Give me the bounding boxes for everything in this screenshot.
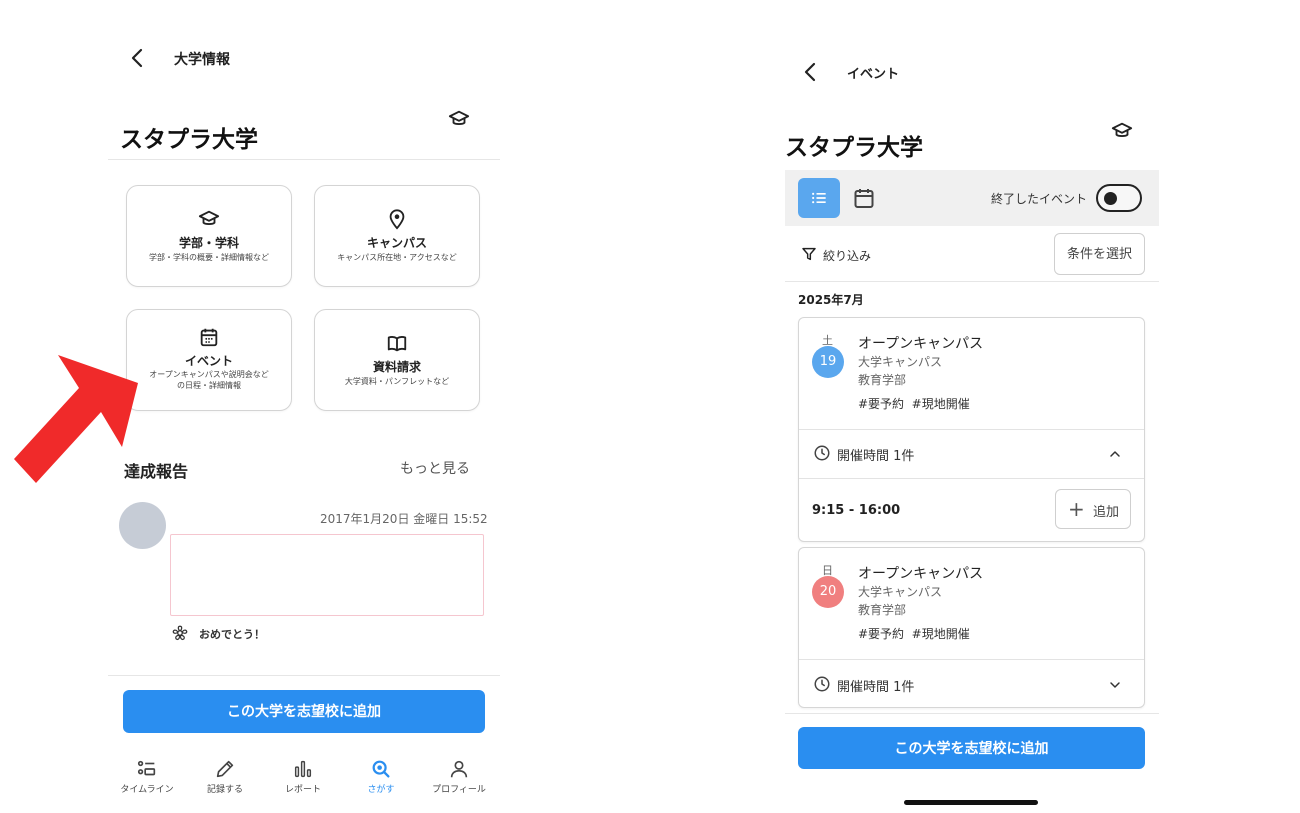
back-arrow-icon[interactable] xyxy=(126,46,150,70)
bottom-divider xyxy=(785,713,1159,714)
clock-icon xyxy=(814,676,830,692)
tab-report[interactable]: レポート xyxy=(264,748,342,795)
tab-label: プロフィール xyxy=(432,785,486,795)
bottom-divider xyxy=(108,675,500,676)
card-subtitle: 大学資料・パンフレットなど xyxy=(344,377,450,386)
event-faculty: 教育学部 xyxy=(858,603,907,617)
graduation-cap-icon[interactable] xyxy=(1111,120,1133,142)
card-title: 学部・学科 xyxy=(178,236,239,250)
event-separator xyxy=(799,429,1144,430)
home-indicator xyxy=(904,800,1038,805)
faculty-department-card[interactable]: 学部・学科 学部・学科の概要・詳細情報など xyxy=(126,185,292,287)
open-book-icon xyxy=(387,335,407,352)
card-subtitle-line1: オープンキャンパスや説明会など xyxy=(149,370,269,379)
filter-label[interactable]: 絞り込み xyxy=(823,247,871,264)
day-badge: 19 xyxy=(812,346,844,378)
tab-label: タイムライン xyxy=(120,785,174,795)
chevron-up-icon[interactable] xyxy=(1107,446,1123,462)
header-title: 大学情報 xyxy=(174,52,230,68)
congrats-button[interactable]: おめでとう！ xyxy=(199,626,265,642)
toggle-knob xyxy=(1104,192,1117,205)
person-icon xyxy=(450,760,468,778)
event-faculty: 教育学部 xyxy=(858,373,907,387)
card-subtitle: キャンパス所在地・アクセスなど xyxy=(337,253,457,262)
bar-chart-icon xyxy=(294,760,312,778)
hours-label: 開催時間 1件 xyxy=(837,680,915,695)
plus-icon: + xyxy=(1068,497,1085,521)
report-timestamp: 2017年1月20日 金曜日 15:52 xyxy=(320,512,488,526)
calendar-view-icon[interactable] xyxy=(852,186,876,210)
event-title: オープンキャンパス xyxy=(858,336,984,352)
list-view-button[interactable] xyxy=(798,178,840,218)
back-arrow-icon[interactable] xyxy=(799,60,823,84)
ended-events-label: 終了したイベント xyxy=(991,192,1088,206)
event-separator xyxy=(799,478,1144,479)
day-badge: 20 xyxy=(812,576,844,608)
card-title: 資料請求 xyxy=(372,360,421,374)
event-campus: 大学キャンパス xyxy=(858,355,943,369)
location-pin-icon xyxy=(389,209,405,230)
university-name: スタプラ大学 xyxy=(120,127,258,153)
pencil-icon xyxy=(216,760,234,778)
card-subtitle: 学部・学科の概要・詳細情報など xyxy=(149,253,269,262)
tab-timeline[interactable]: タイムライン xyxy=(108,748,186,795)
tab-label: 記録する xyxy=(206,785,243,795)
event-separator xyxy=(799,659,1144,660)
graduation-cap-icon[interactable] xyxy=(448,108,470,130)
header-title: イベント xyxy=(847,67,900,82)
university-name: スタプラ大学 xyxy=(785,135,923,161)
chevron-down-icon[interactable] xyxy=(1107,677,1123,693)
month-label: 2025年7月 xyxy=(798,293,864,307)
add-label: 追加 xyxy=(1093,505,1120,520)
request-materials-card[interactable]: 資料請求 大学資料・パンフレットなど xyxy=(314,309,480,411)
tab-label: レポート xyxy=(284,785,321,795)
add-to-target-schools-button[interactable]: この大学を志望校に追加 xyxy=(123,690,485,733)
filter-icon[interactable] xyxy=(801,246,817,262)
event-item[interactable]: 土 19 オープンキャンパス 大学キャンパス 教育学部 #要予約 #現地開催 開… xyxy=(798,317,1145,542)
bottom-tab-bar: タイムライン 記録する レポート さがす プロフィール xyxy=(108,748,500,798)
report-content-box xyxy=(170,534,484,616)
campus-card[interactable]: キャンパス キャンパス所在地・アクセスなど xyxy=(314,185,480,287)
event-tags: #要予約 #現地開催 xyxy=(858,627,970,641)
avatar[interactable] xyxy=(119,502,166,549)
university-info-screen: 大学情報 スタプラ大学 学部・学科 学部・学科の概要・詳細情報など キャンパス … xyxy=(108,0,500,813)
card-title: イベント xyxy=(184,354,233,368)
flower-icon[interactable] xyxy=(171,624,189,642)
ended-events-toggle[interactable] xyxy=(1096,184,1142,212)
card-title: キャンパス xyxy=(366,236,427,250)
hours-label: 開催時間 1件 xyxy=(837,449,915,464)
search-icon xyxy=(372,760,390,778)
event-tags: #要予約 #現地開催 xyxy=(858,397,970,411)
event-campus: 大学キャンパス xyxy=(858,585,943,599)
clock-icon xyxy=(814,445,830,461)
calendar-icon xyxy=(200,328,218,347)
filter-divider xyxy=(785,281,1159,282)
add-time-slot-button[interactable]: + 追加 xyxy=(1055,489,1131,529)
add-to-target-schools-button[interactable]: この大学を志望校に追加 xyxy=(798,727,1145,769)
list-icon xyxy=(812,192,826,204)
view-toolbar: 終了したイベント xyxy=(785,170,1159,226)
tab-profile[interactable]: プロフィール xyxy=(420,748,498,795)
event-item[interactable]: 日 20 オープンキャンパス 大学キャンパス 教育学部 #要予約 #現地開催 開… xyxy=(798,547,1145,708)
select-conditions-button[interactable]: 条件を選択 xyxy=(1054,233,1145,275)
timeline-icon xyxy=(137,760,156,776)
see-more-link[interactable]: もっと見る xyxy=(400,458,470,478)
tab-record[interactable]: 記録する xyxy=(186,748,264,795)
graduation-cap-icon xyxy=(198,210,220,225)
card-subtitle-line2: の日程・詳細情報 xyxy=(177,381,241,390)
event-title: オープンキャンパス xyxy=(858,566,984,582)
title-divider xyxy=(108,159,500,160)
time-range: 9:15 - 16:00 xyxy=(812,503,901,518)
events-screen: イベント スタプラ大学 終了したイベント 絞り込み 条件を選択 2025年7月 … xyxy=(785,0,1159,813)
tab-label: さがす xyxy=(367,785,395,795)
event-card-link[interactable]: イベント オープンキャンパスや説明会など の日程・詳細情報 xyxy=(126,309,292,411)
tab-search[interactable]: さがす xyxy=(342,748,420,795)
red-arrow-annotation xyxy=(14,355,138,483)
